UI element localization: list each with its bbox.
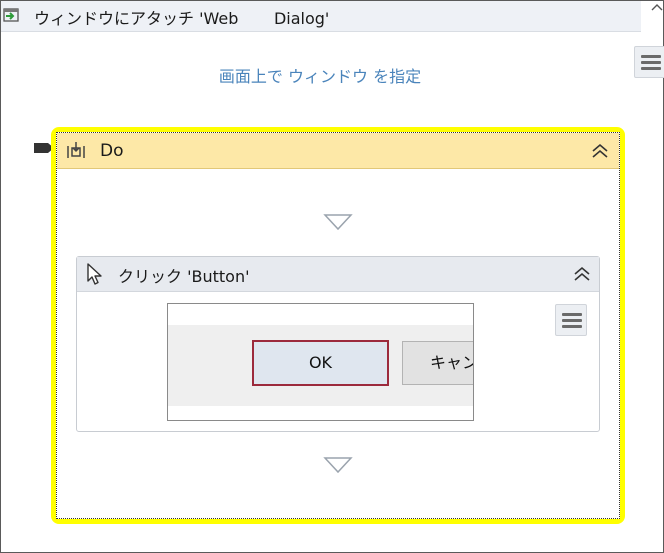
attach-window-icon bbox=[3, 8, 19, 22]
mouse-pointer-icon bbox=[87, 263, 102, 285]
click-activity-title: クリック 'Button' bbox=[118, 267, 250, 286]
do-sequence-title: Do bbox=[100, 141, 124, 161]
collapse-corner-icon[interactable] bbox=[650, 2, 664, 16]
preview-ok-button: OK bbox=[252, 340, 389, 386]
do-sequence-header[interactable] bbox=[57, 133, 619, 169]
double-chevron-up-icon[interactable] bbox=[591, 143, 609, 159]
click-properties-button[interactable] bbox=[555, 304, 587, 336]
sequence-icon bbox=[67, 142, 85, 158]
target-screenshot-preview[interactable]: OK キャンセル bbox=[167, 303, 474, 421]
drop-zone-arrow-icon[interactable] bbox=[323, 213, 353, 231]
double-chevron-up-icon[interactable] bbox=[573, 266, 591, 282]
indicate-on-screen-link[interactable]: 画面上で ウィンドウ を指定 bbox=[0, 63, 640, 87]
preview-cancel-button: キャンセル bbox=[402, 341, 473, 385]
drop-zone-arrow-icon[interactable] bbox=[323, 456, 353, 474]
attach-window-title: ウィンドウにアタッチ 'Web Dialog' bbox=[34, 9, 330, 28]
